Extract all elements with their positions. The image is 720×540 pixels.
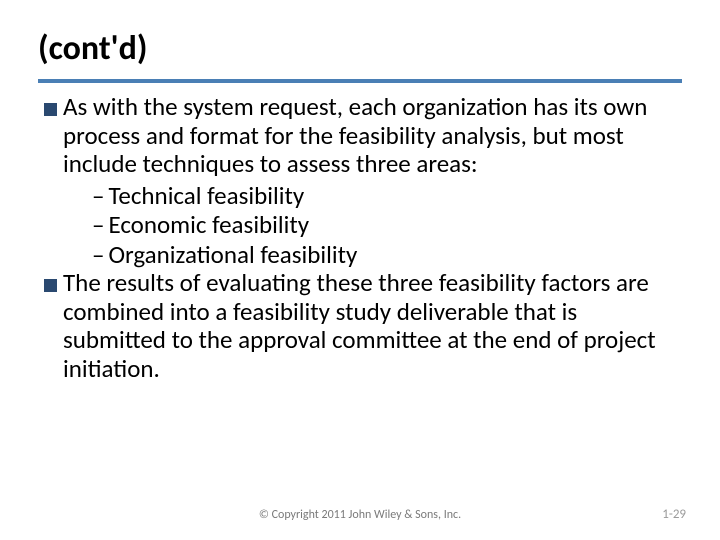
square-bullet-icon [44,103,57,116]
sub-bullet-text: Organizational feasibility [108,240,357,270]
dash-icon: – [92,240,104,270]
dash-icon: – [92,181,104,211]
sub-bullet-item: – Economic feasibility [92,210,682,240]
square-bullet-icon [44,279,57,292]
slide: (cont'd) As with the system request, eac… [0,0,720,540]
slide-title: (cont'd) [38,28,682,69]
bullet-text: As with the system request, each organiz… [63,93,682,179]
bullet-item: As with the system request, each organiz… [44,93,682,179]
title-divider [38,79,682,83]
sub-bullet-item: – Organizational feasibility [92,240,682,270]
copyright-text: © Copyright 2011 John Wiley & Sons, Inc. [259,508,461,522]
sub-bullet-list: – Technical feasibility – Economic feasi… [44,181,682,270]
slide-footer: © Copyright 2011 John Wiley & Sons, Inc. [0,508,720,522]
dash-icon: – [92,210,104,240]
bullet-text: The results of evaluating these three fe… [63,269,682,383]
slide-content: As with the system request, each organiz… [38,93,682,383]
sub-bullet-text: Technical feasibility [108,181,304,211]
sub-bullet-text: Economic feasibility [108,210,309,240]
sub-bullet-item: – Technical feasibility [92,181,682,211]
bullet-item: The results of evaluating these three fe… [44,269,682,383]
page-number: 1-29 [662,507,686,522]
